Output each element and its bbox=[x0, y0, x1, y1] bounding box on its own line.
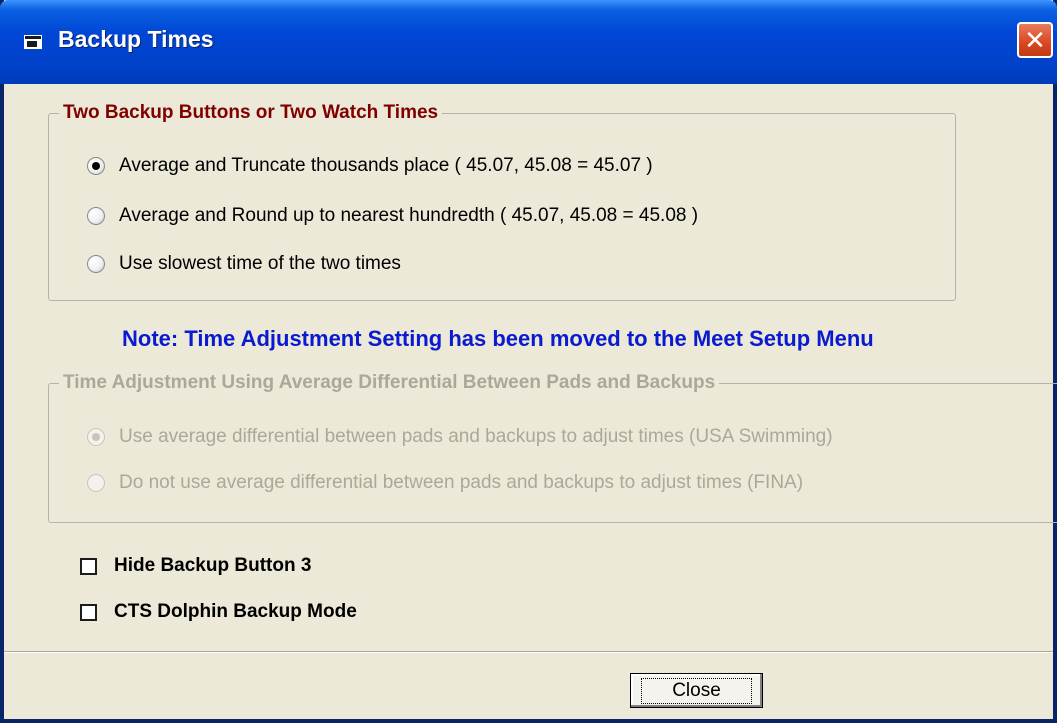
option-use-differential[interactable]: Use average differential between pads an… bbox=[87, 426, 833, 448]
backup-method-group: Two Backup Buttons or Two Watch Times Av… bbox=[48, 102, 956, 301]
footer-separator bbox=[4, 651, 1053, 653]
option-average-round[interactable]: Average and Round up to nearest hundredt… bbox=[87, 205, 698, 227]
close-icon[interactable]: ✕ bbox=[1017, 22, 1053, 58]
option-average-round-label: Average and Round up to nearest hundredt… bbox=[119, 205, 699, 226]
radio-slowest-time[interactable] bbox=[87, 255, 105, 273]
option-average-truncate-label: Average and Truncate thousands place ( 4… bbox=[119, 155, 653, 176]
cts-dolphin-backup-mode-row[interactable]: CTS Dolphin Backup Mode bbox=[80, 601, 357, 623]
title-bar[interactable]: Backup Times ✕ bbox=[0, 0, 1057, 84]
close-button[interactable]: Close bbox=[630, 673, 763, 708]
time-adjustment-group: Time Adjustment Using Average Differenti… bbox=[48, 372, 1057, 523]
window-title: Backup Times bbox=[58, 26, 214, 52]
radio-average-round[interactable] bbox=[87, 207, 105, 225]
option-slowest-time-label: Use slowest time of the two times bbox=[119, 253, 401, 274]
radio-average-truncate[interactable] bbox=[87, 157, 105, 175]
hide-backup-button-3-label: Hide Backup Button 3 bbox=[114, 555, 312, 576]
cts-dolphin-backup-mode-checkbox[interactable] bbox=[80, 603, 97, 621]
option-slowest-time[interactable]: Use slowest time of the two times bbox=[87, 253, 401, 275]
radio-use-differential[interactable] bbox=[87, 428, 105, 446]
note-text: Note: Time Adjustment Setting has been m… bbox=[122, 326, 874, 351]
option-use-differential-label: Use average differential between pads an… bbox=[119, 426, 833, 447]
cts-dolphin-backup-mode-label: CTS Dolphin Backup Mode bbox=[114, 601, 357, 622]
option-average-truncate[interactable]: Average and Truncate thousands place ( 4… bbox=[87, 155, 653, 177]
hide-backup-button-3-checkbox[interactable] bbox=[80, 557, 97, 575]
close-button-label: Close bbox=[641, 677, 752, 704]
radio-no-differential[interactable] bbox=[87, 474, 105, 492]
option-no-differential-label: Do not use average differential between … bbox=[119, 472, 804, 493]
time-adjustment-legend: Time Adjustment Using Average Differenti… bbox=[59, 372, 720, 394]
window-app-icon bbox=[24, 35, 42, 49]
backup-method-legend: Two Backup Buttons or Two Watch Times bbox=[59, 102, 443, 124]
backup-times-dialog: Backup Times ✕ Two Backup Buttons or Two… bbox=[0, 0, 1057, 723]
option-no-differential[interactable]: Do not use average differential between … bbox=[87, 472, 803, 494]
hide-backup-button-3-row[interactable]: Hide Backup Button 3 bbox=[80, 555, 311, 577]
